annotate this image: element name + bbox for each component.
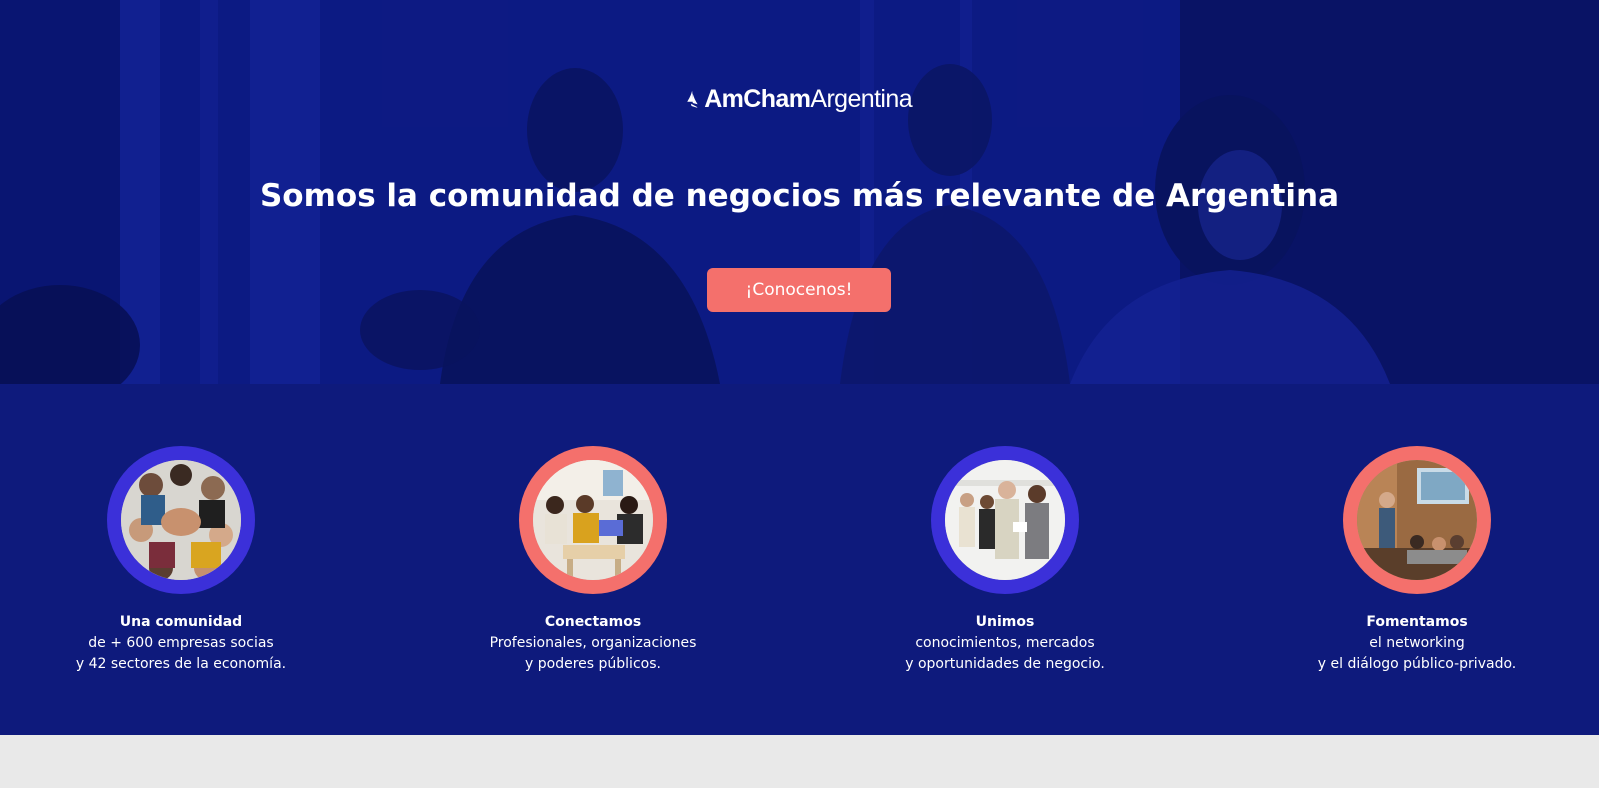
feature-line-2: y el diálogo público-privado. [1317,656,1517,672]
features-band: Una comunidad de + 600 empresas socias y… [0,384,1599,735]
feature-ring [107,446,255,594]
logo-name-light: Argentina [810,84,912,113]
feature-line-1: el networking [1369,635,1465,651]
feature-ring [931,446,1079,594]
conocenos-button[interactable]: ¡Conocenos! [707,268,891,312]
feature-line-1: Profesionales, organizaciones [489,635,697,651]
hands-together-image [121,460,241,580]
feature-title: Unimos [975,614,1035,630]
feature-ring [1343,446,1491,594]
headline-rest: más relevante de Argentina [840,178,1340,214]
feature-photo-presentation [1357,460,1477,580]
amcham-logo[interactable]: AmChamArgentina [686,70,913,128]
feature-title: Conectamos [544,614,642,630]
meeting-image [533,460,653,580]
logo-name-strong: AmCham [704,84,811,113]
feature-line-1: de + 600 empresas socias [88,635,274,651]
logo-wordmark: AmChamArgentina [704,85,912,114]
sail-logo-icon [687,90,698,108]
feature-line-2: y 42 sectores de la economía. [75,656,287,672]
hero-banner: AmChamArgentina Somos la comunidad de ne… [0,0,1599,384]
feature-fomentamos: Fomentamos el networking y el diálogo pú… [1287,446,1547,675]
feature-line-2: y oportunidades de negocio. [905,656,1105,672]
feature-photo-meeting [533,460,653,580]
feature-title: Fomentamos [1366,614,1468,630]
presentation-image [1357,460,1477,580]
feature-line-2: y poderes públicos. [525,656,661,672]
feature-photo-hands-together [121,460,241,580]
feature-line-1: conocimientos, mercados [915,635,1095,651]
feature-comunidad: Una comunidad de + 600 empresas socias y… [51,446,311,675]
feature-unimos: Unimos conocimientos, mercados y oportun… [875,446,1135,675]
hero-headline: Somos la comunidad de negocios más relev… [0,174,1599,218]
page-bottom-strip [0,735,1599,788]
headline-strong: Somos la comunidad de negocios [259,178,841,214]
networking-event-image [945,460,1065,580]
feature-conectamos: Conectamos Profesionales, organizaciones… [463,446,723,675]
feature-title: Una comunidad [119,614,243,630]
feature-photo-networking-event [945,460,1065,580]
feature-ring [519,446,667,594]
